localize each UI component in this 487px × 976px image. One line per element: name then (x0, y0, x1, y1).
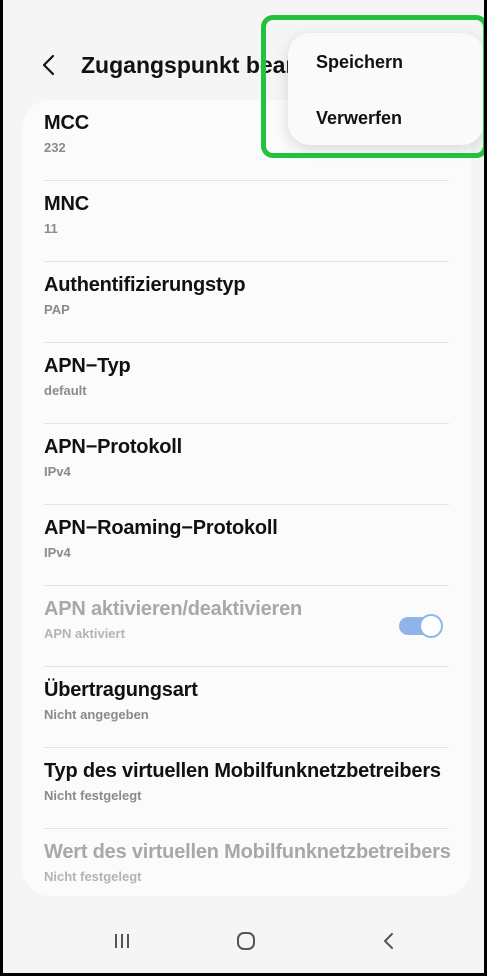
toggle-thumb (419, 614, 443, 638)
setting-row-apn-protocol[interactable]: APN−Protokoll IPv4 (44, 424, 449, 505)
setting-value: default (44, 383, 87, 398)
chevron-left-icon[interactable] (33, 50, 63, 80)
setting-value: APN aktiviert (44, 626, 125, 641)
page-title: Zugangspunkt bearbeiten (81, 52, 291, 78)
setting-value: PAP (44, 302, 70, 317)
setting-title: APN−Roaming−Protokoll (44, 517, 278, 539)
save-menu-item[interactable]: Speichern (316, 52, 403, 73)
discard-menu-item[interactable]: Verwerfen (316, 108, 402, 129)
setting-row-mvno-value: Wert des virtuellen Mobilfunknetzbetreib… (44, 829, 451, 896)
navigation-bar (3, 906, 484, 973)
setting-title: MNC (44, 193, 89, 215)
setting-title: Typ des virtuellen Mobilfunknetzbetreibe… (44, 760, 441, 782)
setting-value: 232 (44, 140, 66, 155)
home-icon[interactable] (206, 906, 286, 973)
setting-title: MCC (44, 112, 89, 134)
setting-row-apn-enable: APN aktivieren/deaktivieren APN aktivier… (44, 586, 449, 667)
setting-title: APN−Typ (44, 355, 131, 377)
setting-title: APN−Protokoll (44, 436, 182, 458)
setting-row-mvno-type[interactable]: Typ des virtuellen Mobilfunknetzbetreibe… (44, 748, 449, 829)
setting-value: Nicht festgelegt (44, 788, 142, 803)
screen: Zugangspunkt bearbeiten MCC 232 MNC 11 A… (0, 0, 487, 976)
setting-row-mnc[interactable]: MNC 11 (44, 181, 449, 262)
setting-value: IPv4 (44, 464, 71, 479)
setting-value: 11 (44, 221, 58, 236)
back-icon[interactable] (348, 906, 428, 973)
setting-row-bearer[interactable]: Übertragungsart Nicht angegeben (44, 667, 449, 748)
settings-list: MCC 232 MNC 11 Authentifizierungstyp PAP… (22, 100, 471, 896)
overflow-menu: Speichern Verwerfen (288, 33, 484, 145)
apn-enable-toggle (399, 614, 443, 638)
setting-value: IPv4 (44, 545, 71, 560)
recent-apps-icon[interactable] (82, 906, 162, 973)
setting-title: Wert des virtuellen Mobilfunknetzbetreib… (44, 841, 451, 863)
setting-row-auth-type[interactable]: Authentifizierungstyp PAP (44, 262, 449, 343)
setting-value: Nicht festgelegt (44, 869, 142, 884)
setting-row-apn-type[interactable]: APN−Typ default (44, 343, 449, 424)
setting-row-apn-roaming-protocol[interactable]: APN−Roaming−Protokoll IPv4 (44, 505, 449, 586)
setting-title: Übertragungsart (44, 679, 198, 701)
setting-title: Authentifizierungstyp (44, 274, 246, 296)
setting-value: Nicht angegeben (44, 707, 149, 722)
setting-title: APN aktivieren/deaktivieren (44, 598, 303, 620)
